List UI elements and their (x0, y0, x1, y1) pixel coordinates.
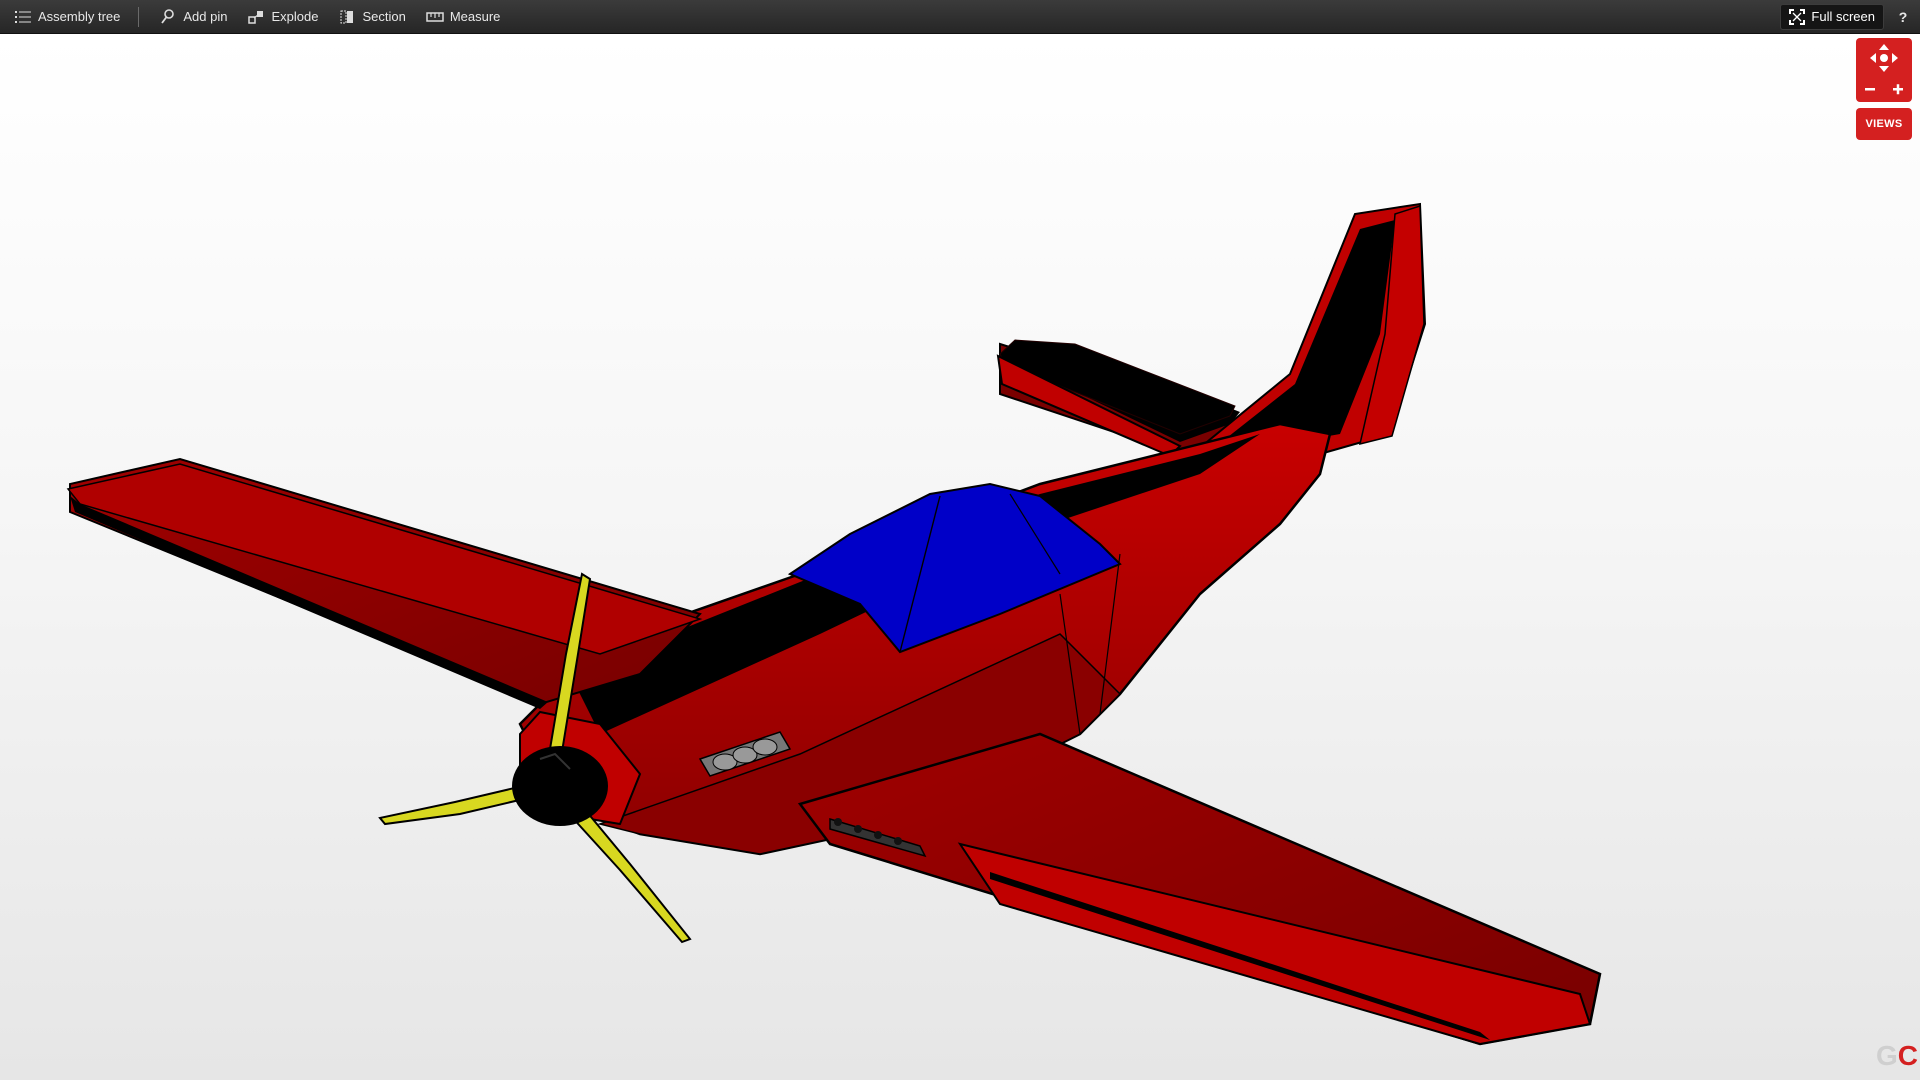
full-screen-button[interactable]: Full screen (1780, 3, 1884, 30)
explode-icon (247, 8, 265, 26)
help-button[interactable]: ? (1892, 9, 1914, 25)
right-wing[interactable] (797, 732, 1602, 1046)
explode-button[interactable]: Explode (237, 0, 328, 34)
list-icon (14, 8, 32, 26)
section-label: Section (362, 9, 406, 24)
views-button[interactable]: VIEWS (1856, 108, 1912, 140)
3d-viewport[interactable]: VIEWS GC (0, 34, 1920, 1080)
pin-icon (159, 8, 177, 26)
navigation-pad[interactable] (1856, 38, 1912, 102)
add-pin-label: Add pin (183, 9, 228, 24)
left-wing[interactable] (66, 457, 703, 709)
logo-right-glyph: C (1897, 1040, 1919, 1071)
left-horizontal-stabilizer[interactable] (996, 339, 1240, 458)
pan-zoom-icon (1865, 44, 1903, 95)
full-screen-label: Full screen (1811, 9, 1875, 24)
measure-button[interactable]: Measure (416, 0, 511, 34)
explode-label: Explode (271, 9, 319, 24)
section-button[interactable]: Section (328, 0, 415, 34)
measure-label: Measure (449, 9, 501, 24)
ruler-icon (426, 8, 444, 26)
toolbar-right: Full screen ? (1780, 0, 1920, 34)
brand-logo: GC (1876, 1040, 1918, 1071)
logo-left-glyph: G (1876, 1040, 1898, 1071)
toolbar-divider (138, 6, 140, 27)
assembly-tree-button[interactable]: Assembly tree (0, 0, 130, 34)
airplane-model[interactable] (0, 34, 1920, 1080)
fullscreen-icon (1789, 8, 1806, 25)
section-icon (338, 8, 356, 26)
add-pin-button[interactable]: Add pin (149, 0, 237, 34)
toolbar: Assembly tree Add pin Explode Section Me… (0, 0, 1920, 34)
assembly-tree-label: Assembly tree (38, 9, 121, 24)
